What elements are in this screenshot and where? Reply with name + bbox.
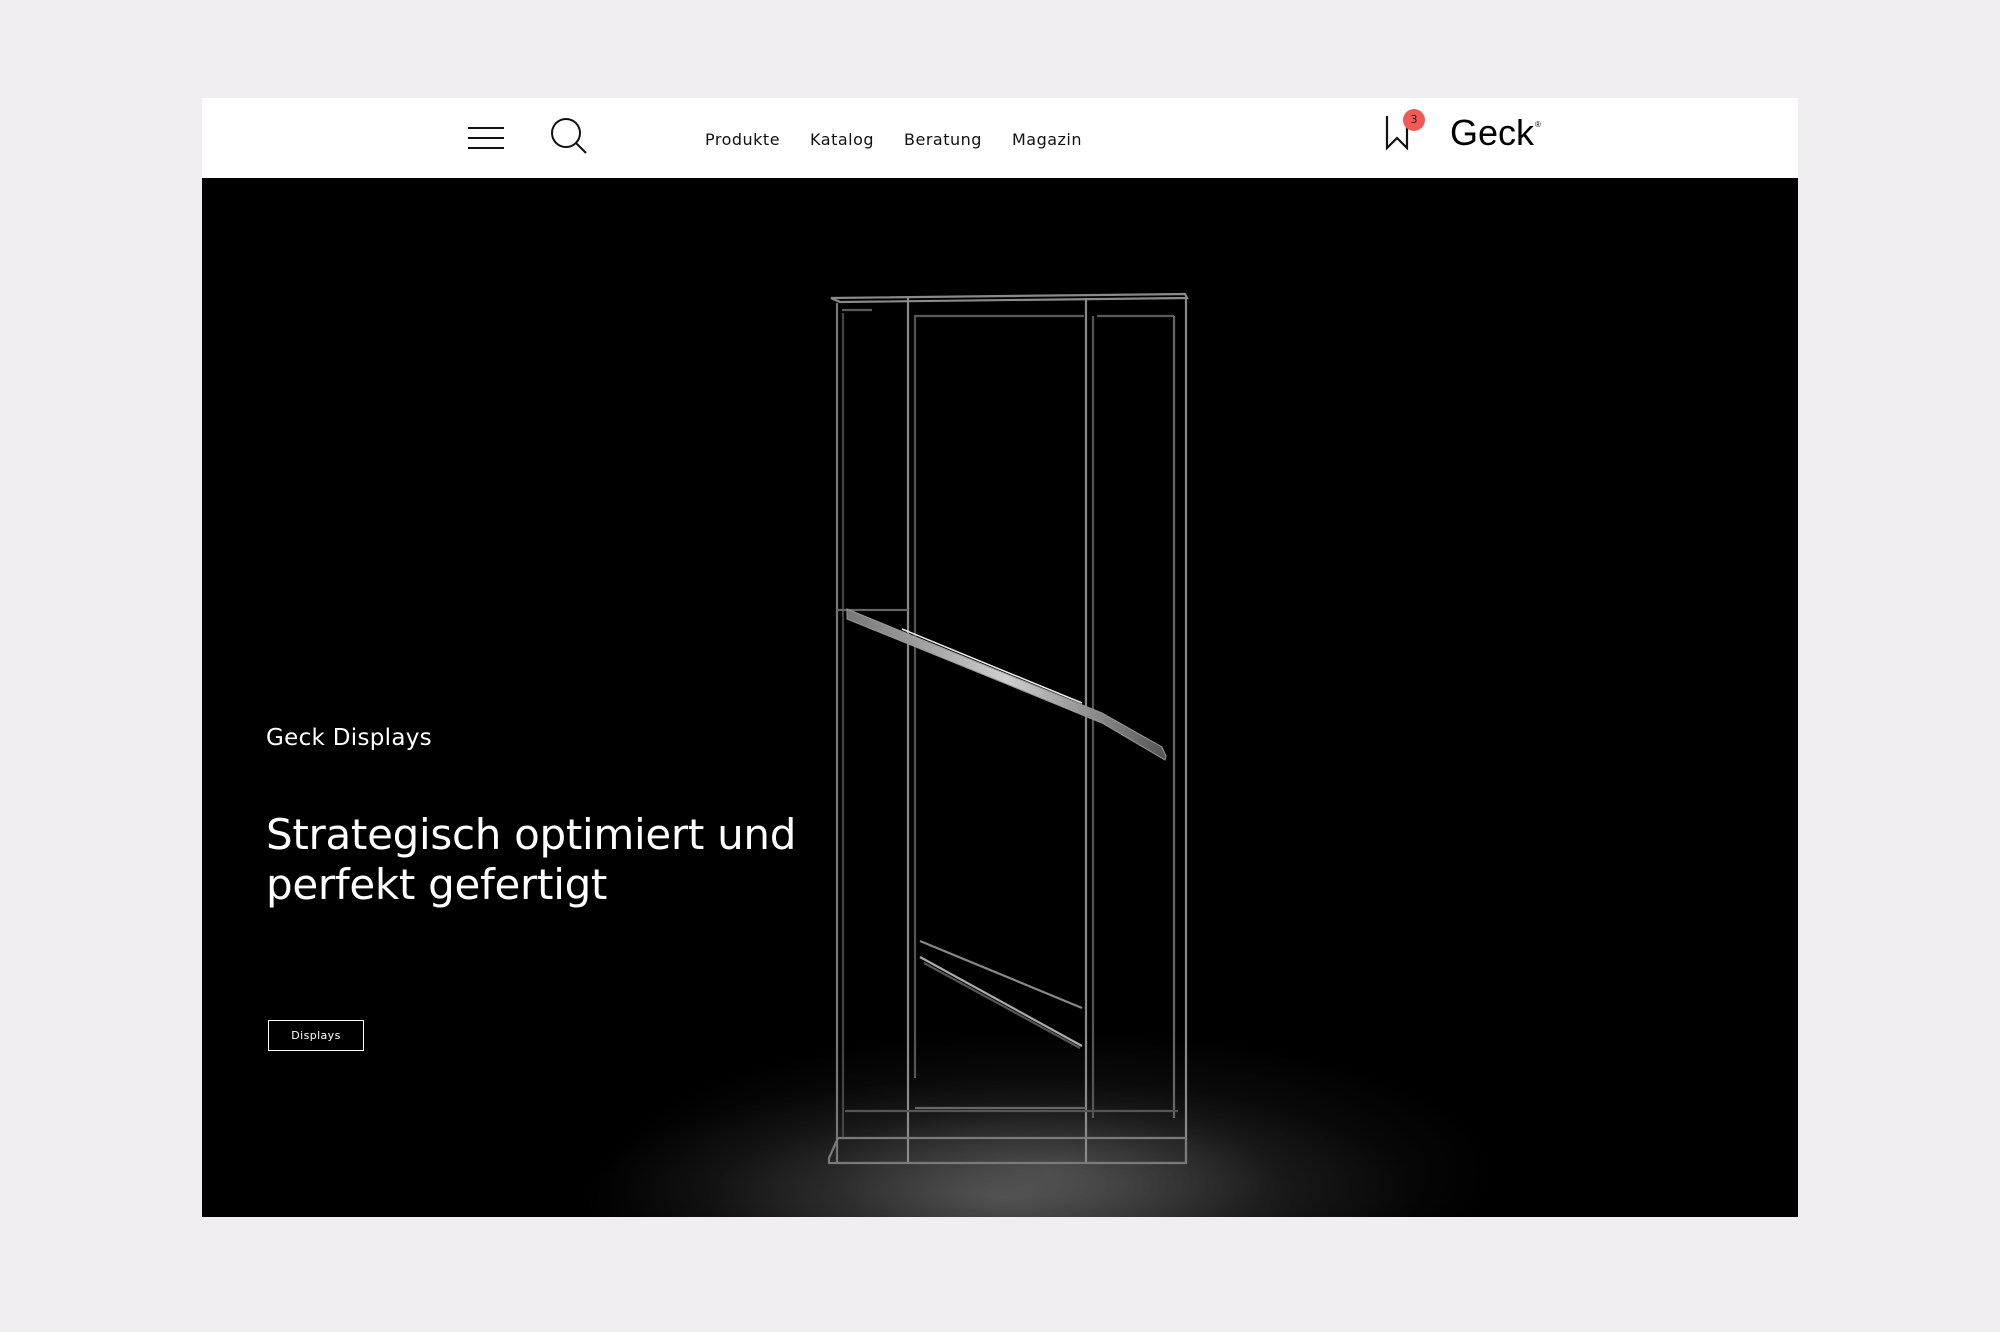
logo-text: Geck [1450,112,1535,153]
nav-item-katalog[interactable]: Katalog [810,128,874,149]
nav-item-magazin[interactable]: Magazin [1012,128,1082,149]
main-navigation: Produkte Katalog Beratung Magazin [202,98,1798,178]
search-icon[interactable] [549,116,589,156]
nav-item-produkte[interactable]: Produkte [705,128,780,149]
browser-frame: Produkte Katalog Beratung Magazin 3 Geck… [202,98,1798,1217]
hamburger-menu-icon[interactable] [466,126,506,150]
display-rack-illustration [827,292,1189,1165]
site-header: Produkte Katalog Beratung Magazin 3 Geck… [202,98,1798,178]
hero-eyebrow: Geck Displays [266,725,432,751]
nav-item-beratung[interactable]: Beratung [904,128,982,149]
hero-headline: Strategisch optimiert und perfekt gefert… [266,810,797,909]
registered-mark: ® [1535,120,1541,129]
displays-button[interactable]: Displays [268,1020,364,1051]
hero-section: Geck Displays Strategisch optimiert und … [202,178,1798,1217]
geck-logo[interactable]: Geck® [1450,112,1541,154]
bookmark-count-badge: 3 [1403,109,1425,131]
